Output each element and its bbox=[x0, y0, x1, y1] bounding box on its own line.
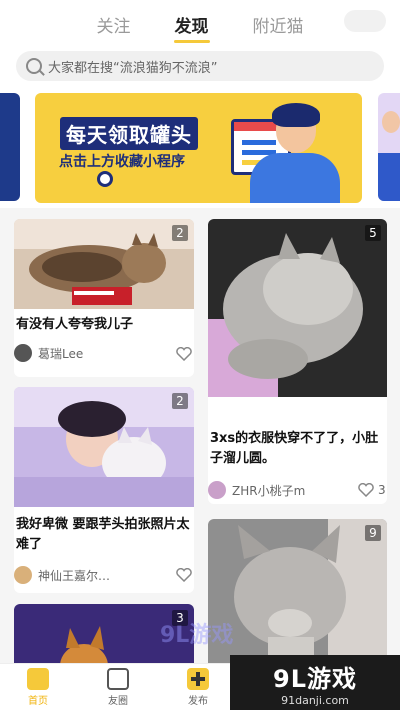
photo-count-badge: 2 bbox=[172, 393, 188, 409]
nav-label: 发布 bbox=[188, 696, 208, 707]
post-title: 我好卑微 要跟芋头拍张照片太难了 bbox=[16, 517, 190, 552]
watermark-overlay: 9L游戏 bbox=[160, 623, 234, 648]
watermark-logo: 9L游戏 91danji.com bbox=[230, 655, 400, 710]
plus-icon bbox=[187, 668, 209, 690]
search-placeholder: 大家都在搜“流浪猫狗不流浪” bbox=[48, 60, 218, 76]
avatar bbox=[14, 566, 32, 584]
capsule-button[interactable] bbox=[344, 10, 386, 32]
nav-label: 友圈 bbox=[108, 696, 128, 707]
post-title: 3xs的衣服快穿不了了，小肚子溜儿圆。 bbox=[210, 431, 379, 466]
heart-icon[interactable] bbox=[176, 347, 192, 361]
heart-icon[interactable] bbox=[176, 568, 192, 582]
post-title: 有没有人夸夸我儿子 bbox=[16, 317, 134, 332]
avatar bbox=[14, 344, 32, 362]
search-bar-container: 大家都在搜“流浪猫狗不流浪” bbox=[0, 46, 400, 86]
post-feed: 2 有没有人夸夸我儿子 葛瑞Lee 5 3xs的衣服快穿不了了，小肚子溜儿圆。 … bbox=[0, 208, 400, 663]
person-illustration-body bbox=[250, 153, 340, 203]
post-card[interactable]: 9 bbox=[208, 519, 387, 663]
watermark-main: 9L游戏 bbox=[273, 664, 357, 693]
banner-prev-slide[interactable] bbox=[0, 93, 20, 201]
author-name: ZHR小桃子m bbox=[232, 483, 306, 498]
photo-count-badge: 5 bbox=[365, 225, 381, 241]
post-card[interactable]: 2 有没有人夸夸我儿子 葛瑞Lee bbox=[14, 219, 194, 377]
tab-nearby-cats[interactable]: 附近猫 bbox=[253, 12, 304, 42]
post-photo bbox=[14, 219, 194, 309]
author-name: 葛瑞Lee bbox=[38, 346, 84, 361]
post-card[interactable]: 5 3xs的衣服快穿不了了，小肚子溜儿圆。 ZHR小桃子m 3 bbox=[208, 219, 387, 504]
post-photo bbox=[208, 519, 387, 663]
home-icon bbox=[27, 668, 49, 690]
post-author[interactable]: 葛瑞Lee bbox=[14, 344, 83, 362]
banner-subtitle: 点击上方收藏小程序 bbox=[59, 154, 185, 170]
photo-count-badge: 2 bbox=[172, 225, 188, 241]
post-card[interactable]: 2 我好卑微 要跟芋头拍张照片太难了 神仙王嘉尔… bbox=[14, 387, 194, 593]
avatar bbox=[208, 481, 226, 499]
author-name: 神仙王嘉尔… bbox=[38, 568, 111, 583]
post-author[interactable]: 神仙王嘉尔… bbox=[14, 566, 110, 584]
top-tab-bar: 关注 发现 附近猫 bbox=[0, 0, 400, 46]
magnifier-icon bbox=[97, 171, 113, 187]
tab-following[interactable]: 关注 bbox=[97, 12, 131, 42]
watermark-sub: 91danji.com bbox=[281, 693, 349, 707]
search-input[interactable]: 大家都在搜“流浪猫狗不流浪” bbox=[16, 51, 384, 81]
tab-discover[interactable]: 发现 bbox=[175, 12, 209, 42]
like-count: 3 bbox=[378, 483, 386, 497]
banner-title: 每天领取罐头 bbox=[60, 117, 198, 150]
heart-icon[interactable] bbox=[358, 483, 374, 497]
friends-icon bbox=[107, 668, 129, 690]
person-illustration-hair bbox=[272, 103, 320, 127]
banner-carousel: 每天领取罐头 点击上方收藏小程序 bbox=[0, 86, 400, 208]
post-author[interactable]: ZHR小桃子m bbox=[208, 481, 305, 499]
photo-count-badge: 9 bbox=[365, 525, 381, 541]
banner-slide[interactable]: 每天领取罐头 点击上方收藏小程序 bbox=[35, 93, 362, 203]
nav-home[interactable]: 首页 bbox=[8, 668, 68, 707]
nav-friends[interactable]: 友圈 bbox=[88, 668, 148, 707]
post-photo bbox=[208, 219, 387, 397]
banner-next-slide[interactable] bbox=[378, 93, 400, 201]
nav-label: 首页 bbox=[28, 696, 48, 707]
post-photo bbox=[14, 387, 194, 507]
nav-publish[interactable]: 发布 bbox=[168, 668, 228, 707]
search-icon bbox=[26, 58, 42, 74]
